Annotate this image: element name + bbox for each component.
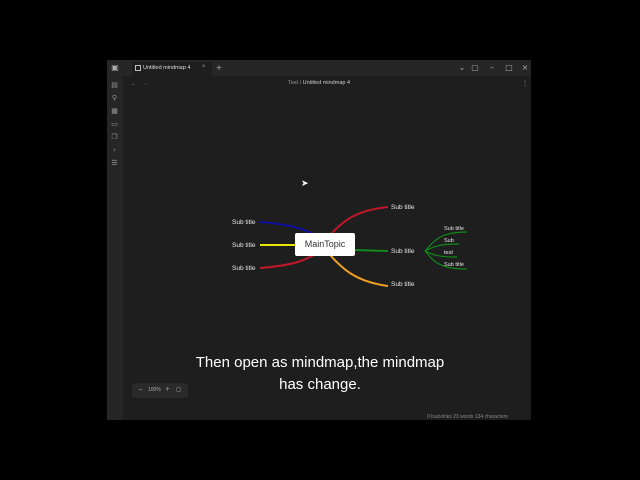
node-left-2[interactable]: Sub title xyxy=(232,242,256,249)
zoom-level: 100% xyxy=(148,387,161,393)
caption-line-2: has change. xyxy=(279,376,361,393)
caption-line-1: Then open as mindmap,the mindmap xyxy=(195,354,445,371)
mouse-cursor-icon: ➤ xyxy=(301,179,309,189)
node-right-3[interactable]: Sub title xyxy=(391,281,415,288)
zoom-out-icon[interactable]: − xyxy=(138,386,143,393)
video-frame: ▣ Untitled mindmap 4 × + ⌄ ▢ – □ × ▤ ⚲ ▦… xyxy=(0,0,640,480)
node-right-1[interactable]: Sub title xyxy=(391,204,415,211)
main-topic-node[interactable]: MainTopic xyxy=(295,233,355,256)
node-child-1[interactable]: Sub title xyxy=(444,226,464,232)
video-caption: Then open as mindmap,the mindmap has cha… xyxy=(170,352,470,396)
status-characters: 134 characters xyxy=(474,414,508,420)
status-backlinks[interactable]: 0 backlinks xyxy=(427,414,452,420)
node-left-1[interactable]: Sub title xyxy=(232,219,256,226)
node-left-3[interactable]: Sub title xyxy=(232,265,256,272)
status-bar: 0 backlinks 23 words 134 characters xyxy=(427,414,508,420)
node-child-2[interactable]: Sub xyxy=(444,238,454,244)
node-child-3[interactable]: test xyxy=(444,250,453,256)
node-child-4[interactable]: Sub title xyxy=(444,262,464,268)
node-right-2[interactable]: Sub title xyxy=(391,248,415,255)
branch-right-2 xyxy=(354,249,389,252)
status-words: 23 words xyxy=(453,414,474,420)
